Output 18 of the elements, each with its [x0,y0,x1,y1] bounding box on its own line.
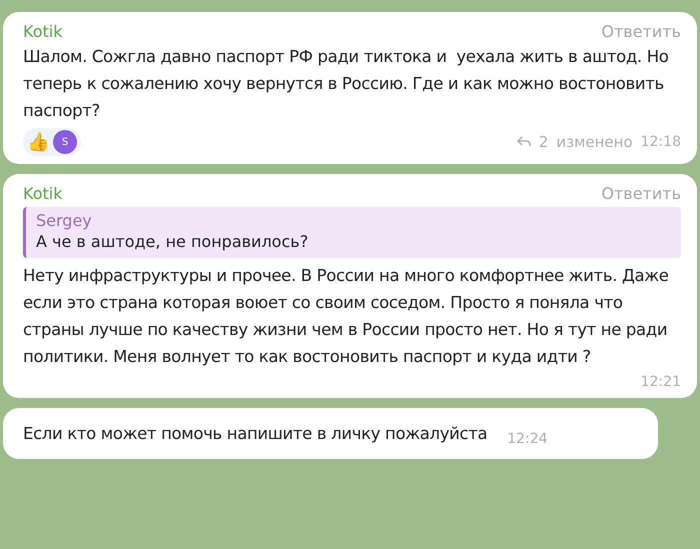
quote-text: А че в аштоде, не понравилось? [36,231,310,253]
message-text: Шалом. Сожгла давно паспорт РФ ради тиктока и уехала жить в аштод. Но теперь к сожалению хочу вернутся в Россию. Где и как можно востоновить паспорт? [23,46,670,122]
message-text: Нету инфраструктуры и прочее. В России на много комфортнее жить. Даже если это страна которая воюет со своим соседом. Просто я поняла что страны лучше по качеству жизни чем в России просто нет. Но я тут не ради политики. Меня волнует то как востоновить паспорт и куда идти ? [23,265,670,368]
emoji-reaction: 👍 [27,131,49,153]
reply-link[interactable]: Ответить [601,184,681,203]
reaction-chip[interactable]: 👍 S [23,128,81,156]
quote-author: Sergey [36,211,93,230]
edited-label: изменено [556,133,633,151]
timestamp: 12:24 [507,431,548,447]
timestamp: 12:18 [640,134,681,150]
reply-icon [516,136,531,148]
author-name: Kotik [23,22,62,41]
timestamp: 12:21 [640,374,681,390]
reply-count: 2 [538,133,548,151]
author-name: Kotik [23,184,62,203]
reply-link[interactable]: Ответить [601,22,681,41]
reactor-avatar: S [53,130,77,154]
message-text: Если кто может помочь напишите в личку пожалуйста [23,423,488,445]
